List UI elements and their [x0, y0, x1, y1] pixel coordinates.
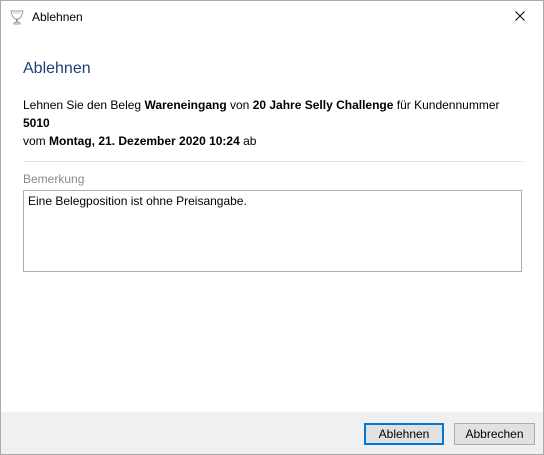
customer-number: 5010	[23, 116, 50, 130]
desc-text-4: vom	[23, 134, 50, 148]
doc-type: Wareneingang	[144, 98, 227, 112]
title-bar: Ablehnen	[1, 1, 543, 32]
dialog-window: Ablehnen Ablehnen Lehnen Sie den Beleg W…	[0, 0, 544, 455]
remark-textarea[interactable]: Eine Belegposition ist ohne Preisangabe.	[23, 190, 522, 272]
close-icon	[515, 10, 525, 24]
window-title: Ablehnen	[32, 10, 83, 24]
desc-text-1: Lehnen Sie den Beleg	[23, 98, 145, 112]
dialog-description: Lehnen Sie den Beleg Wareneingang von 20…	[23, 96, 528, 150]
dialog-heading: Ablehnen	[23, 60, 91, 77]
desc-text-2: von	[226, 98, 253, 112]
close-button[interactable]	[497, 1, 543, 32]
divider	[23, 161, 523, 162]
reject-button[interactable]: Ablehnen	[364, 423, 444, 445]
desc-text-3: für Kundennummer	[393, 98, 500, 112]
wine-glass-icon	[9, 9, 25, 25]
cancel-button[interactable]: Abbrechen	[454, 423, 535, 445]
button-bar: Ablehnen Abbrechen	[1, 412, 543, 454]
company-name: 20 Jahre Selly Challenge	[252, 98, 394, 112]
remark-label: Bemerkung	[23, 172, 85, 186]
desc-text-5: ab	[239, 134, 257, 148]
document-date: Montag, 21. Dezember 2020 10:24	[49, 134, 240, 148]
